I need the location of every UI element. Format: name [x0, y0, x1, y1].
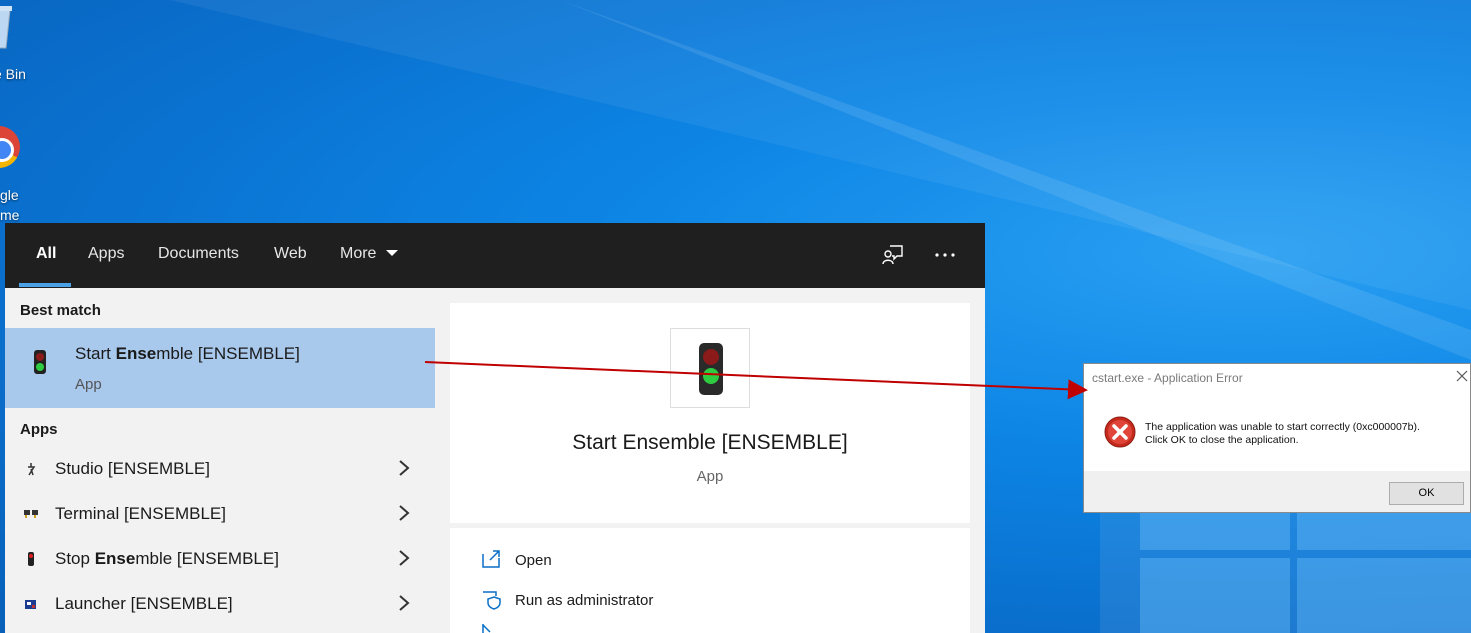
- shield-icon: [483, 591, 501, 610]
- more-options-icon[interactable]: [933, 243, 957, 267]
- list-item-launcher[interactable]: Launcher [ENSEMBLE]: [5, 583, 435, 628]
- chevron-right-icon[interactable]: [397, 593, 411, 613]
- traffic-light-icon: [699, 343, 723, 395]
- application-error-dialog: cstart.exe - Application Error The appli…: [1083, 363, 1471, 513]
- search-scope-tabs: All Apps Documents Web More: [5, 223, 985, 288]
- studio-icon: [28, 463, 36, 476]
- desktop-icon-recycle-bin[interactable]: e Bin: [0, 4, 42, 82]
- preview-app-icon: [670, 328, 750, 408]
- error-icon: [1104, 416, 1136, 448]
- windows-search-panel: All Apps Documents Web More Best match S…: [5, 223, 985, 633]
- open-icon: [482, 550, 500, 568]
- chrome-icon: [0, 126, 20, 168]
- apps-heading: Apps: [20, 421, 58, 438]
- file-location-icon[interactable]: [480, 624, 502, 633]
- dialog-title: cstart.exe - Application Error: [1092, 371, 1243, 385]
- list-item-studio[interactable]: Studio [ENSEMBLE]: [5, 448, 435, 493]
- recycle-bin-icon: [0, 6, 12, 49]
- best-match-heading: Best match: [20, 302, 101, 319]
- chevron-down-icon: [385, 250, 398, 256]
- terminal-icon: [24, 510, 38, 518]
- action-label: Run as administrator: [515, 592, 654, 609]
- tab-apps[interactable]: Apps: [88, 245, 124, 263]
- tab-all[interactable]: All: [36, 245, 56, 263]
- best-match-type: App: [75, 376, 102, 393]
- search-results-list: Best match Start Ensemble [ENSEMBLE] App…: [5, 288, 435, 633]
- run-as-admin-action[interactable]: Run as administrator: [480, 588, 780, 614]
- close-icon[interactable]: [1454, 368, 1470, 384]
- chevron-right-icon[interactable]: [397, 548, 411, 568]
- best-match-item[interactable]: Start Ensemble [ENSEMBLE] App: [5, 328, 435, 408]
- dialog-footer: OK: [1084, 471, 1470, 512]
- open-action[interactable]: Open: [480, 548, 780, 574]
- stop-light-icon: [28, 552, 34, 566]
- chevron-right-icon[interactable]: [397, 503, 411, 523]
- tab-more-label: More: [340, 245, 377, 262]
- app-name: Terminal [ENSEMBLE]: [55, 504, 226, 523]
- desktop-icon-label: me: [0, 207, 20, 223]
- list-item-stop-ensemble[interactable]: Stop Ensemble [ENSEMBLE]: [5, 538, 435, 583]
- tab-web[interactable]: Web: [274, 245, 307, 263]
- ok-button[interactable]: OK: [1389, 482, 1464, 505]
- active-tab-indicator: [19, 283, 71, 287]
- preview-title: Start Ensemble [ENSEMBLE]: [572, 431, 848, 454]
- desktop-icon-label: gle: [0, 187, 19, 203]
- feedback-icon[interactable]: [881, 243, 905, 267]
- desktop-icon-label: e Bin: [0, 66, 26, 82]
- tab-more[interactable]: More: [340, 245, 399, 263]
- chevron-right-icon[interactable]: [397, 458, 411, 478]
- tab-documents[interactable]: Documents: [158, 245, 239, 263]
- best-match-title: Start Ensemble [ENSEMBLE]: [75, 344, 300, 363]
- app-name: Stop Ensemble [ENSEMBLE]: [55, 549, 279, 568]
- action-label: Open: [515, 552, 552, 569]
- dialog-message: The application was unable to start corr…: [1145, 421, 1420, 446]
- app-name: Launcher [ENSEMBLE]: [55, 594, 233, 613]
- list-item-terminal[interactable]: Terminal [ENSEMBLE]: [5, 493, 435, 538]
- traffic-light-icon: [34, 350, 46, 374]
- app-name: Studio [ENSEMBLE]: [55, 459, 210, 478]
- preview-actions: Open Run as administrator: [450, 528, 970, 633]
- preview-pane: Start Ensemble [ENSEMBLE] App: [450, 303, 970, 523]
- desktop-icon-google-chrome[interactable]: gle me: [0, 126, 20, 223]
- preview-type: App: [696, 468, 724, 485]
- launcher-icon: [25, 600, 36, 609]
